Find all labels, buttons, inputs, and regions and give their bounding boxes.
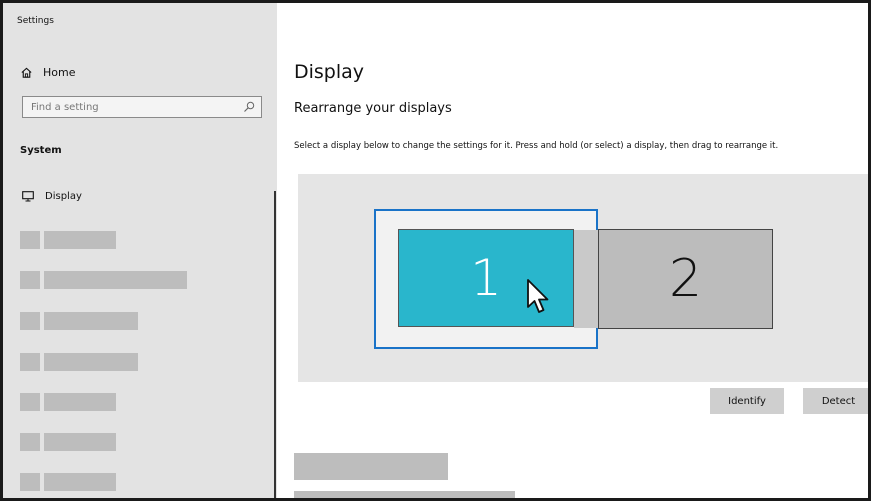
placeholder-label bbox=[44, 393, 116, 411]
display-2[interactable]: 2 bbox=[598, 229, 773, 329]
search-icon[interactable] bbox=[243, 101, 255, 113]
placeholder-label bbox=[44, 473, 116, 491]
placeholder-label bbox=[44, 312, 138, 330]
monitor-icon bbox=[22, 191, 34, 202]
search-input[interactable] bbox=[23, 97, 241, 117]
placeholder-icon bbox=[20, 473, 40, 491]
section-title-system: System bbox=[20, 145, 62, 156]
sidebar-item-display[interactable]: Display bbox=[22, 191, 82, 202]
placeholder-label bbox=[44, 271, 187, 289]
placeholder-icon bbox=[20, 231, 40, 249]
settings-window: Settings Home System Display bbox=[0, 0, 871, 501]
sidebar-scrollbar[interactable] bbox=[274, 191, 276, 498]
placeholder-setting[interactable] bbox=[294, 491, 515, 498]
section-heading: Rearrange your displays bbox=[294, 101, 452, 116]
placeholder-icon bbox=[20, 393, 40, 411]
sidebar-item-display-label: Display bbox=[45, 191, 82, 202]
home-label: Home bbox=[43, 66, 76, 79]
instructions-text: Select a display below to change the set… bbox=[294, 141, 779, 151]
sidebar: Settings Home System Display bbox=[3, 3, 277, 498]
placeholder-icon bbox=[20, 312, 40, 330]
monitor-overlap-shadow bbox=[574, 230, 598, 328]
identify-button[interactable]: Identify bbox=[710, 388, 784, 414]
placeholder-label bbox=[44, 433, 116, 451]
search-box[interactable] bbox=[22, 96, 262, 118]
page-title: Display bbox=[294, 61, 365, 83]
app-title: Settings bbox=[17, 16, 54, 26]
placeholder-icon bbox=[20, 433, 40, 451]
main-content: Display Rearrange your displays Select a… bbox=[277, 3, 868, 498]
mouse-pointer-icon bbox=[527, 279, 549, 313]
placeholder-icon bbox=[20, 271, 40, 289]
home-icon bbox=[21, 67, 32, 78]
placeholder-label bbox=[44, 353, 138, 371]
detect-button[interactable]: Detect bbox=[803, 388, 868, 414]
display-arrangement-area[interactable]: 2 1 bbox=[298, 174, 868, 382]
placeholder-setting[interactable] bbox=[294, 453, 448, 480]
placeholder-label bbox=[44, 231, 116, 249]
placeholder-icon bbox=[20, 353, 40, 371]
home-nav-item[interactable]: Home bbox=[20, 66, 75, 79]
